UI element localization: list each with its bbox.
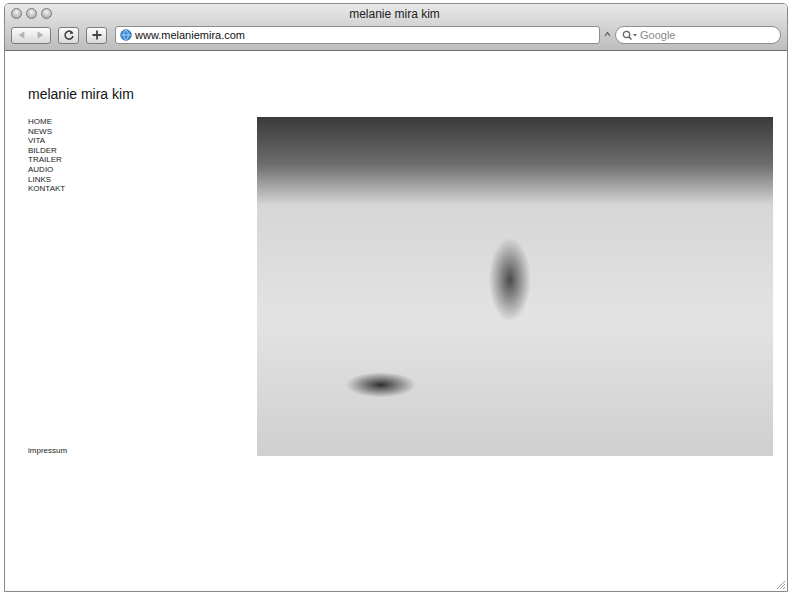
nav-item[interactable]: AUDIO xyxy=(28,165,257,175)
web-page: melanie mira kim HOMENEWSVITABILDERTRAILE… xyxy=(5,51,787,591)
browser-window: melanie mira kim www.melaniemira.com Googl… xyxy=(4,3,788,592)
nav-item[interactable]: TRAILER xyxy=(28,155,257,165)
page-main: HOMENEWSVITABILDERTRAILERAUDIOLINKSKONTA… xyxy=(28,117,787,456)
close-button[interactable] xyxy=(11,8,22,19)
search-placeholder: Google xyxy=(640,29,675,41)
nav-item[interactable]: KONTAKT xyxy=(28,184,257,194)
window-title: melanie mira kim xyxy=(52,7,787,21)
address-field[interactable]: www.melaniemira.com xyxy=(115,26,600,44)
minimize-button[interactable] xyxy=(26,8,37,19)
forward-arrow-icon[interactable] xyxy=(31,28,50,42)
reload-button[interactable] xyxy=(58,27,79,44)
back-arrow-icon[interactable] xyxy=(12,28,31,42)
back-forward-buttons xyxy=(11,27,51,44)
browser-toolbar: melanie mira kim www.melaniemira.com Googl… xyxy=(5,4,787,51)
nav-item[interactable]: HOME xyxy=(28,117,257,127)
magnifier-icon xyxy=(622,30,638,41)
globe-icon xyxy=(120,29,132,41)
snapback-icon[interactable] xyxy=(604,30,611,40)
photo xyxy=(257,117,773,456)
nav-item[interactable]: BILDER xyxy=(28,146,257,156)
title-bar: melanie mira kim xyxy=(5,4,787,23)
nav-item[interactable]: VITA xyxy=(28,136,257,146)
impressum-link[interactable]: impressum xyxy=(28,446,257,456)
nav-item[interactable]: NEWS xyxy=(28,127,257,137)
toolbar-row: www.melaniemira.com Google xyxy=(5,23,787,50)
nav-menu: HOMENEWSVITABILDERTRAILERAUDIOLINKSKONTA… xyxy=(28,117,257,194)
search-field[interactable]: Google xyxy=(615,26,781,44)
nav-item[interactable]: LINKS xyxy=(28,175,257,185)
resize-grip-icon[interactable] xyxy=(774,578,786,590)
sidebar: HOMENEWSVITABILDERTRAILERAUDIOLINKSKONTA… xyxy=(28,117,257,456)
plus-icon xyxy=(91,29,103,41)
site-title[interactable]: melanie mira kim xyxy=(28,86,787,103)
url-text: www.melaniemira.com xyxy=(135,29,245,41)
reload-icon xyxy=(63,29,75,41)
add-bookmark-button[interactable] xyxy=(86,27,107,44)
window-controls xyxy=(5,8,52,19)
zoom-button[interactable] xyxy=(41,8,52,19)
